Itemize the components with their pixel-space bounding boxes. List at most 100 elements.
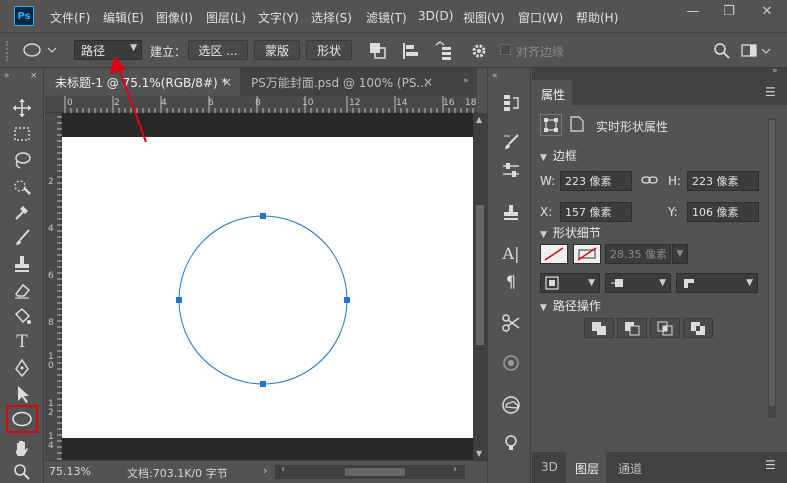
scroll-down-icon[interactable]: ▼ (476, 449, 482, 458)
collapse-icon[interactable]: » (772, 66, 778, 76)
make-selection-button[interactable]: 选区 ... (188, 40, 248, 60)
type-tool-icon[interactable]: T (10, 330, 34, 354)
path-arrangement-icon[interactable] (432, 41, 454, 61)
clone-source-icon[interactable] (500, 202, 522, 224)
tab-3d[interactable]: 3D (541, 460, 558, 474)
more-tabs-icon[interactable]: » (463, 76, 469, 86)
navigator-icon[interactable] (500, 352, 522, 374)
paragraph-icon[interactable]: ¶ (500, 270, 522, 292)
menu-layer[interactable]: 图层(L) (206, 9, 246, 26)
lasso-tool-icon[interactable] (10, 148, 34, 172)
eyedropper-tool-icon[interactable] (10, 200, 34, 224)
zoom-tool-icon[interactable] (10, 460, 34, 483)
tab-layers[interactable]: 图层 (566, 452, 606, 483)
collapse-icon[interactable]: » (4, 71, 10, 81)
properties-scrollbar[interactable] (768, 118, 776, 418)
creative-cloud-icon[interactable] (500, 394, 522, 416)
make-mask-button[interactable]: 蒙版 (254, 40, 300, 60)
anchor-point[interactable] (176, 297, 182, 303)
lightbulb-icon[interactable] (500, 432, 522, 454)
panel-menu-icon[interactable]: ☰ (765, 458, 776, 472)
move-tool-icon[interactable] (10, 96, 34, 120)
section-border[interactable]: ▼ 边框 (540, 147, 577, 164)
hand-tool-icon[interactable] (10, 436, 34, 460)
scroll-left-icon[interactable]: ‹ (281, 464, 285, 475)
menu-type[interactable]: 文字(Y) (258, 9, 299, 26)
menu-3d[interactable]: 3D(D) (418, 9, 453, 23)
link-icon[interactable] (641, 172, 659, 188)
tab-properties[interactable]: 属性 (532, 80, 572, 105)
close-panel-icon[interactable]: × (30, 71, 38, 81)
search-icon[interactable] (712, 41, 732, 61)
menu-window[interactable]: 窗口(W) (518, 9, 563, 26)
eraser-tool-icon[interactable] (10, 278, 34, 302)
adjustments-icon[interactable] (500, 160, 522, 182)
menu-filter[interactable]: 滤镜(T) (366, 9, 407, 26)
scroll-up-icon[interactable]: ▲ (476, 115, 482, 124)
character-icon[interactable]: A| (500, 242, 522, 264)
stroke-caps-select[interactable]: ▼ (605, 273, 671, 293)
combine-shapes-button[interactable] (584, 318, 614, 338)
exclude-overlap-button[interactable] (683, 318, 713, 338)
section-path-operations[interactable]: ▼ 路径操作 (540, 297, 601, 314)
paint-bucket-tool-icon[interactable] (10, 304, 34, 328)
vertical-scrollbar[interactable]: ▲ ▼ (473, 113, 487, 460)
stamp-tool-icon[interactable] (10, 252, 34, 276)
path-operations-icon[interactable] (368, 41, 388, 61)
menu-image[interactable]: 图像(I) (156, 9, 193, 26)
stroke-swatch[interactable] (573, 244, 601, 264)
fill-swatch[interactable] (540, 244, 568, 264)
marquee-tool-icon[interactable] (10, 122, 34, 146)
document-canvas[interactable] (62, 137, 473, 438)
align-edges-checkbox[interactable] (500, 44, 511, 55)
workspace-switcher-icon[interactable] (740, 41, 774, 61)
path-alignment-icon[interactable] (400, 41, 420, 61)
menu-file[interactable]: 文件(F) (50, 9, 90, 26)
expand-icon[interactable]: « (492, 71, 498, 81)
close-button[interactable]: ✕ (750, 0, 784, 22)
gear-icon[interactable] (470, 41, 494, 61)
ellipse-path[interactable] (62, 137, 473, 438)
make-shape-button[interactable]: 形状 (306, 40, 352, 60)
x-field[interactable]: 157 像素 (560, 202, 632, 222)
scroll-thumb[interactable] (769, 120, 775, 406)
zoom-level[interactable]: 75.13% (49, 465, 91, 478)
stroke-width-field[interactable]: 28.35 像素 (605, 244, 671, 264)
tool-preset-picker[interactable] (18, 39, 62, 61)
section-shape-details[interactable]: ▼ 形状细节 (540, 224, 601, 241)
intersect-shapes-button[interactable] (650, 318, 680, 338)
tab-close-icon[interactable]: × (222, 75, 232, 89)
scroll-thumb[interactable] (345, 468, 405, 476)
restore-button[interactable]: ❐ (712, 0, 746, 22)
height-field[interactable]: 223 像素 (687, 171, 759, 191)
anchor-point[interactable] (260, 213, 266, 219)
tab-ps-cover[interactable]: PS万能封面.psd @ 100% (PS... × (241, 68, 441, 96)
scroll-thumb[interactable] (476, 205, 484, 345)
stroke-align-select[interactable]: ▼ (540, 273, 600, 293)
pen-tool-icon[interactable] (10, 356, 34, 380)
panel-menu-icon[interactable]: ☰ (765, 85, 776, 99)
quick-selection-tool-icon[interactable] (10, 174, 34, 198)
path-selection-tool-icon[interactable] (10, 382, 34, 406)
brush-tool-icon[interactable] (10, 226, 34, 250)
chevron-down-icon[interactable]: ▼ (672, 244, 688, 264)
history-icon[interactable] (500, 92, 522, 114)
menu-view[interactable]: 视图(V) (463, 9, 505, 26)
menu-select[interactable]: 选择(S) (311, 9, 352, 26)
y-field[interactable]: 106 像素 (687, 202, 759, 222)
ellipse-tool-button[interactable] (6, 405, 38, 433)
anchor-point[interactable] (344, 297, 350, 303)
width-field[interactable]: 223 像素 (560, 171, 632, 191)
menu-help[interactable]: 帮助(H) (576, 9, 618, 26)
tool-presets-icon[interactable] (500, 312, 522, 334)
scroll-right-icon[interactable]: › (453, 464, 457, 475)
stroke-corners-select[interactable]: ▼ (676, 273, 758, 293)
horizontal-scrollbar[interactable]: ‹ › (275, 464, 465, 479)
shape-transform-icon[interactable] (540, 114, 562, 136)
status-menu-icon[interactable]: › (263, 464, 267, 477)
tab-channels[interactable]: 通道 (618, 460, 642, 477)
menu-edit[interactable]: 编辑(E) (103, 9, 144, 26)
brush-settings-icon[interactable] (500, 132, 522, 154)
minimize-button[interactable]: — (676, 0, 710, 22)
subtract-shape-button[interactable] (617, 318, 647, 338)
